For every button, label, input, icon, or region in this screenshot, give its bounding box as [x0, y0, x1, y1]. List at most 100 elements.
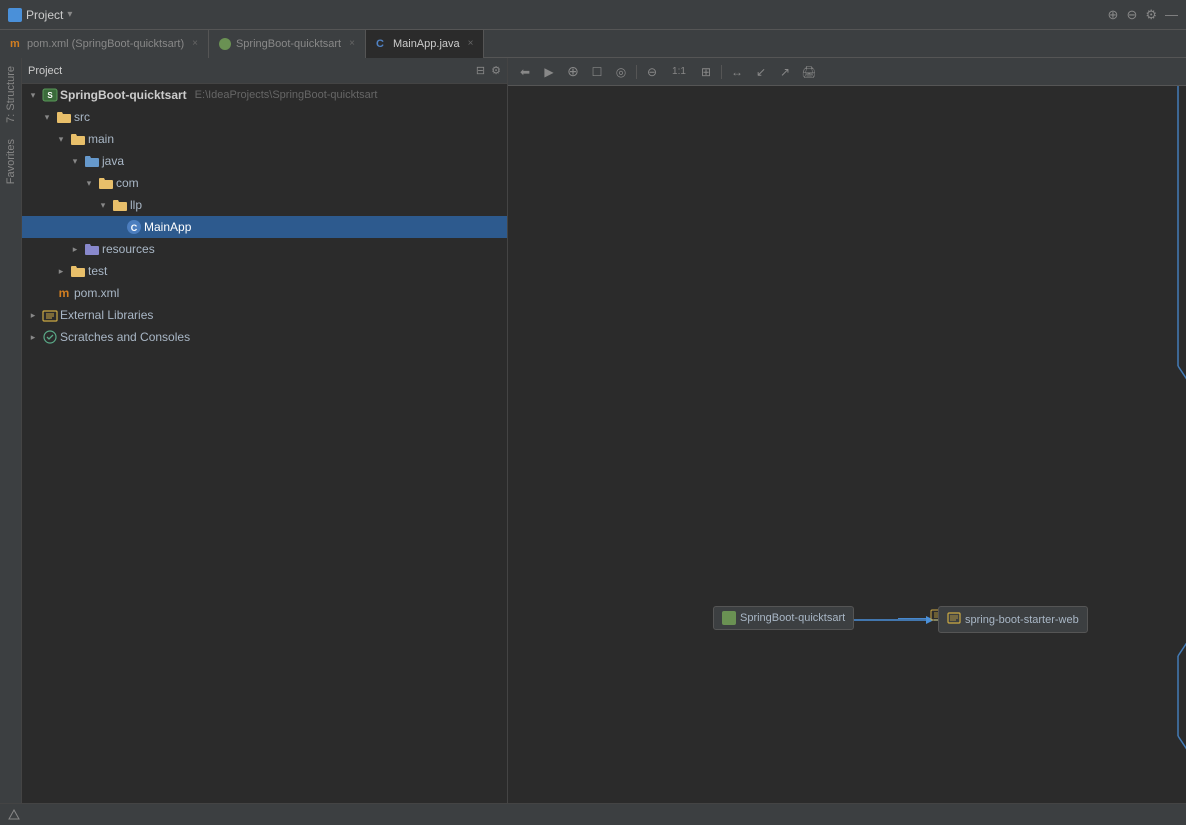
export-icon[interactable]: ↙ — [752, 63, 770, 81]
zoom-out-icon[interactable]: ⊖ — [643, 63, 661, 81]
chevron-mainapp — [110, 220, 124, 234]
panel-toolbar: ⊟ ⚙ — [476, 64, 501, 77]
tree-root-label: SpringBoot-quicktsart — [60, 88, 187, 102]
tree-com-label: com — [116, 176, 139, 190]
project-label[interactable]: Project — [26, 8, 63, 22]
expand-icon[interactable]: ↗ — [776, 63, 794, 81]
gear-icon[interactable]: ⚙ — [491, 64, 501, 77]
tab-spring-close[interactable]: × — [349, 38, 355, 49]
remove-module-icon[interactable]: ⊖ — [1126, 7, 1137, 23]
collapse-all-icon[interactable]: ⊟ — [476, 64, 485, 77]
tab-mainapp[interactable]: C MainApp.java × — [366, 30, 485, 58]
settings-icon[interactable]: ⚙ — [1145, 7, 1157, 23]
print-icon[interactable]: 🖨 — [800, 63, 818, 81]
diagram-node1-label: SpringBoot-quicktsart — [740, 612, 845, 624]
editor-area: ⬅ ▶ ⊕ ☐ ◎ ⊖ 1:1 ⊞ ↔ ↙ ↗ 🖨 — [508, 58, 1186, 803]
tree-item-root[interactable]: ▾ S SpringBoot-quicktsart E:\IdeaProject… — [22, 84, 507, 106]
favorites-tab[interactable]: Favorites — [2, 131, 20, 192]
project-icon — [8, 8, 22, 22]
tree-item-test[interactable]: ▸ test — [22, 260, 507, 282]
tree-item-scratches[interactable]: ▸ Scratches and Consoles — [22, 326, 507, 348]
chevron-java: ▾ — [68, 154, 82, 168]
tree-item-ext-lib[interactable]: ▸ External Libraries — [22, 304, 507, 326]
tree-item-main[interactable]: ▾ main — [22, 128, 507, 150]
tree-item-pom[interactable]: m pom.xml — [22, 282, 507, 304]
tab-pom-close[interactable]: × — [192, 38, 198, 49]
folder-com-icon — [98, 175, 114, 191]
chevron-resources: ▸ — [68, 242, 82, 256]
tab-spring-label: SpringBoot-quicktsart — [236, 38, 341, 50]
tree-test-label: test — [88, 264, 107, 278]
diagram-node-project[interactable]: SpringBoot-quicktsart — [713, 606, 854, 630]
chevron-main: ▾ — [54, 132, 68, 146]
tree-item-resources[interactable]: ▸ resources — [22, 238, 507, 260]
title-bar-actions: ⊕ ⊖ ⚙ — — [1108, 7, 1178, 23]
folder-java-icon — [84, 153, 100, 169]
chevron-scratches: ▸ — [26, 330, 40, 344]
tree-item-src[interactable]: ▾ src — [22, 106, 507, 128]
diagram-canvas[interactable]: SpringBoot-quicktsart —— — [508, 86, 1186, 803]
tree-item-com[interactable]: ▾ com — [22, 172, 507, 194]
far-left-tabs: 7: Structure Favorites — [0, 58, 22, 803]
bottom-strip — [0, 803, 1186, 825]
tab-bar: m pom.xml (SpringBoot-quicktsart) × Spri… — [0, 30, 1186, 58]
tree-resources-label: resources — [102, 242, 155, 256]
folder-llp-icon — [112, 197, 128, 213]
tab-spring[interactable]: SpringBoot-quicktsart × — [209, 30, 366, 58]
zoom-in-icon[interactable]: ⊕ — [564, 63, 582, 81]
folder-src-icon — [56, 109, 72, 125]
fit-content-icon[interactable]: ⊞ — [697, 63, 715, 81]
java-icon: C — [376, 38, 388, 50]
tab-mainapp-close[interactable]: × — [468, 38, 474, 49]
tree-container: ▾ S SpringBoot-quicktsart E:\IdeaProject… — [22, 84, 507, 803]
project-panel-header: Project ⊟ ⚙ — [22, 58, 507, 84]
diagram-node-lib[interactable]: spring-boot-starter-web — [938, 606, 1088, 633]
toolbar-sep-1 — [636, 65, 637, 79]
diagram-svg — [508, 86, 1186, 803]
editor-toolbar: ⬅ ▶ ⊕ ☐ ◎ ⊖ 1:1 ⊞ ↔ ↙ ↗ 🖨 — [508, 58, 1186, 86]
tab-mainapp-label: MainApp.java — [393, 38, 460, 50]
node-lib-icon — [947, 611, 961, 628]
fit-page-icon[interactable]: ☐ — [588, 63, 606, 81]
ext-lib-icon — [42, 307, 58, 323]
panel-title: Project — [28, 65, 62, 77]
chevron-com: ▾ — [82, 176, 96, 190]
center-icon[interactable]: ◎ — [612, 63, 630, 81]
scratches-icon — [42, 329, 58, 345]
pom-file-icon: m — [56, 285, 72, 301]
tree-main-label: main — [88, 132, 114, 146]
actual-size-icon[interactable]: 1:1 — [667, 63, 691, 81]
node-spring-icon — [722, 611, 736, 625]
main-content: 7: Structure Favorites Project ⊟ ⚙ ▾ S — [0, 58, 1186, 803]
tree-item-mainapp[interactable]: C MainApp — [22, 216, 507, 238]
tree-llp-label: llp — [130, 198, 142, 212]
mainapp-class-icon: C — [126, 219, 142, 235]
tree-scratches-label: Scratches and Consoles — [60, 330, 190, 344]
svg-text:C: C — [131, 223, 138, 233]
spring-project-icon: S — [42, 87, 58, 103]
title-bar-left: Project ▾ — [8, 8, 72, 22]
structure-tab[interactable]: 7: Structure — [2, 58, 20, 131]
tree-item-llp[interactable]: ▾ llp — [22, 194, 507, 216]
folder-resources-icon — [84, 241, 100, 257]
title-bar: Project ▾ ⊕ ⊖ ⚙ — — [0, 0, 1186, 30]
tree-ext-lib-label: External Libraries — [60, 308, 153, 322]
chevron-src: ▾ — [40, 110, 54, 124]
chevron-pom — [40, 286, 54, 300]
back-icon[interactable]: ⬅ — [516, 63, 534, 81]
folder-main-icon — [70, 131, 86, 147]
tab-pom[interactable]: m pom.xml (SpringBoot-quicktsart) × — [0, 30, 209, 58]
forward-icon[interactable]: ▶ — [540, 63, 558, 81]
minimize-icon[interactable]: — — [1165, 7, 1178, 22]
chevron-ext-lib: ▸ — [26, 308, 40, 322]
layout-icon[interactable]: ↔ — [728, 63, 746, 81]
project-chevron[interactable]: ▾ — [67, 9, 72, 20]
add-module-icon[interactable]: ⊕ — [1108, 7, 1119, 23]
toolbar-sep-2 — [721, 65, 722, 79]
svg-text:S: S — [47, 91, 53, 100]
tree-root-path: E:\IdeaProjects\SpringBoot-quicktsart — [195, 89, 378, 101]
tree-pom-label: pom.xml — [74, 286, 119, 300]
diagram-node2-label: spring-boot-starter-web — [965, 614, 1079, 626]
tree-item-java[interactable]: ▾ java — [22, 150, 507, 172]
pom-icon: m — [10, 38, 22, 50]
